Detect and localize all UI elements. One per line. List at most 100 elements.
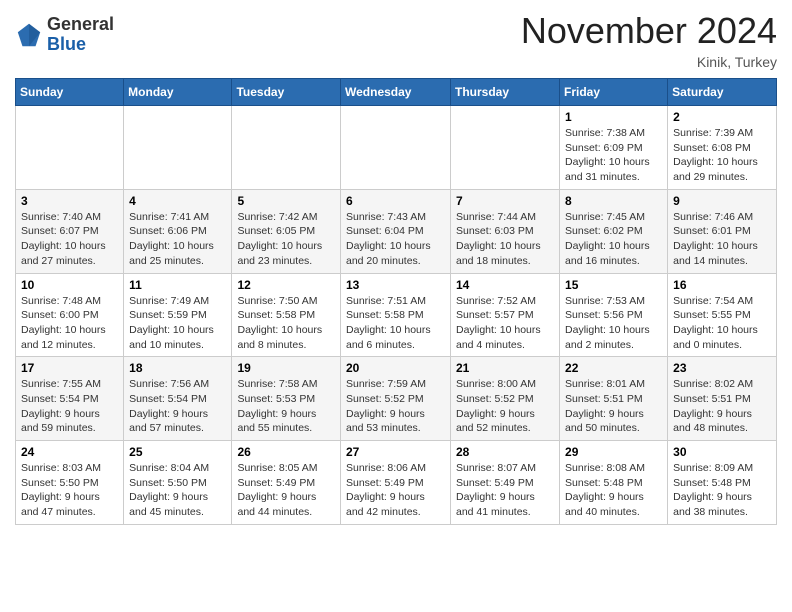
- calendar-week: 10 Sunrise: 7:48 AM Sunset: 6:00 PM Dayli…: [16, 273, 777, 357]
- calendar-week: 17 Sunrise: 7:55 AM Sunset: 5:54 PM Dayli…: [16, 357, 777, 441]
- day-number: 21: [456, 361, 554, 375]
- day-info: Sunrise: 7:58 AM Sunset: 5:53 PM Dayligh…: [237, 377, 335, 436]
- day-number: 10: [21, 278, 118, 292]
- calendar-cell: 16Sunrise: 7:54 AM Sunset: 5:55 PM Dayli…: [668, 273, 777, 357]
- day-info: Sunrise: 7:38 AM Sunset: 6:09 PM Dayligh…: [565, 126, 662, 185]
- day-info: Sunrise: 7:51 AM Sunset: 5:58 PM Dayligh…: [346, 294, 445, 353]
- day-info: Sunrise: 7:40 AM Sunset: 6:07 PM Dayligh…: [21, 210, 118, 269]
- day-info: Sunrise: 8:09 AM Sunset: 5:48 PM Dayligh…: [673, 461, 771, 520]
- calendar-cell: 18 Sunrise: 7:56 AM Sunset: 5:54 PM Dayli…: [124, 357, 232, 441]
- calendar-cell: 29Sunrise: 8:08 AM Sunset: 5:48 PM Dayli…: [560, 441, 668, 525]
- location: Kinik, Turkey: [521, 54, 777, 70]
- calendar-week: 1 Sunrise: 7:38 AM Sunset: 6:09 PM Daylig…: [16, 106, 777, 190]
- weekday-header: Saturday: [668, 79, 777, 106]
- weekday-header: Thursday: [451, 79, 560, 106]
- day-number: 16: [673, 278, 771, 292]
- calendar-cell: 10 Sunrise: 7:48 AM Sunset: 6:00 PM Dayli…: [16, 273, 124, 357]
- calendar: SundayMondayTuesdayWednesdayThursdayFrid…: [15, 78, 777, 525]
- day-number: 11: [129, 278, 226, 292]
- calendar-cell: 20Sunrise: 7:59 AM Sunset: 5:52 PM Dayli…: [341, 357, 451, 441]
- calendar-cell: 8 Sunrise: 7:45 AM Sunset: 6:02 PM Daylig…: [560, 189, 668, 273]
- calendar-body: 1 Sunrise: 7:38 AM Sunset: 6:09 PM Daylig…: [16, 106, 777, 525]
- day-number: 14: [456, 278, 554, 292]
- calendar-cell: [232, 106, 341, 190]
- calendar-cell: 4Sunrise: 7:41 AM Sunset: 6:06 PM Daylig…: [124, 189, 232, 273]
- calendar-cell: [451, 106, 560, 190]
- day-info: Sunrise: 8:01 AM Sunset: 5:51 PM Dayligh…: [565, 377, 662, 436]
- day-number: 8: [565, 194, 662, 208]
- day-info: Sunrise: 8:06 AM Sunset: 5:49 PM Dayligh…: [346, 461, 445, 520]
- day-info: Sunrise: 7:48 AM Sunset: 6:00 PM Dayligh…: [21, 294, 118, 353]
- calendar-cell: 24 Sunrise: 8:03 AM Sunset: 5:50 PM Dayli…: [16, 441, 124, 525]
- calendar-cell: 19 Sunrise: 7:58 AM Sunset: 5:53 PM Dayli…: [232, 357, 341, 441]
- day-number: 27: [346, 445, 445, 459]
- calendar-cell: 6 Sunrise: 7:43 AM Sunset: 6:04 PM Daylig…: [341, 189, 451, 273]
- calendar-cell: 3 Sunrise: 7:40 AM Sunset: 6:07 PM Daylig…: [16, 189, 124, 273]
- day-number: 18: [129, 361, 226, 375]
- title-area: November 2024 Kinik, Turkey: [521, 10, 777, 70]
- day-number: 3: [21, 194, 118, 208]
- calendar-cell: 21 Sunrise: 8:00 AM Sunset: 5:52 PM Dayli…: [451, 357, 560, 441]
- calendar-cell: 5 Sunrise: 7:42 AM Sunset: 6:05 PM Daylig…: [232, 189, 341, 273]
- day-info: Sunrise: 7:55 AM Sunset: 5:54 PM Dayligh…: [21, 377, 118, 436]
- weekday-header: Wednesday: [341, 79, 451, 106]
- day-info: Sunrise: 7:49 AM Sunset: 5:59 PM Dayligh…: [129, 294, 226, 353]
- weekday-header: Friday: [560, 79, 668, 106]
- day-number: 26: [237, 445, 335, 459]
- calendar-cell: 15Sunrise: 7:53 AM Sunset: 5:56 PM Dayli…: [560, 273, 668, 357]
- calendar-cell: 1 Sunrise: 7:38 AM Sunset: 6:09 PM Daylig…: [560, 106, 668, 190]
- logo-text: General Blue: [47, 15, 114, 55]
- calendar-cell: 23 Sunrise: 8:02 AM Sunset: 5:51 PM Dayli…: [668, 357, 777, 441]
- day-number: 30: [673, 445, 771, 459]
- day-info: Sunrise: 7:53 AM Sunset: 5:56 PM Dayligh…: [565, 294, 662, 353]
- calendar-cell: [341, 106, 451, 190]
- day-info: Sunrise: 7:41 AM Sunset: 6:06 PM Dayligh…: [129, 210, 226, 269]
- calendar-cell: 30 Sunrise: 8:09 AM Sunset: 5:48 PM Dayli…: [668, 441, 777, 525]
- calendar-cell: [16, 106, 124, 190]
- day-number: 6: [346, 194, 445, 208]
- day-info: Sunrise: 8:03 AM Sunset: 5:50 PM Dayligh…: [21, 461, 118, 520]
- calendar-week: 3 Sunrise: 7:40 AM Sunset: 6:07 PM Daylig…: [16, 189, 777, 273]
- calendar-cell: 14Sunrise: 7:52 AM Sunset: 5:57 PM Dayli…: [451, 273, 560, 357]
- calendar-cell: 13Sunrise: 7:51 AM Sunset: 5:58 PM Dayli…: [341, 273, 451, 357]
- calendar-cell: 25 Sunrise: 8:04 AM Sunset: 5:50 PM Dayli…: [124, 441, 232, 525]
- day-info: Sunrise: 7:43 AM Sunset: 6:04 PM Dayligh…: [346, 210, 445, 269]
- weekday-header: Tuesday: [232, 79, 341, 106]
- calendar-cell: 28Sunrise: 8:07 AM Sunset: 5:49 PM Dayli…: [451, 441, 560, 525]
- day-info: Sunrise: 7:45 AM Sunset: 6:02 PM Dayligh…: [565, 210, 662, 269]
- calendar-cell: 7 Sunrise: 7:44 AM Sunset: 6:03 PM Daylig…: [451, 189, 560, 273]
- day-number: 17: [21, 361, 118, 375]
- day-info: Sunrise: 8:07 AM Sunset: 5:49 PM Dayligh…: [456, 461, 554, 520]
- day-info: Sunrise: 8:02 AM Sunset: 5:51 PM Dayligh…: [673, 377, 771, 436]
- day-number: 19: [237, 361, 335, 375]
- calendar-cell: 26 Sunrise: 8:05 AM Sunset: 5:49 PM Dayli…: [232, 441, 341, 525]
- day-info: Sunrise: 8:05 AM Sunset: 5:49 PM Dayligh…: [237, 461, 335, 520]
- calendar-week: 24 Sunrise: 8:03 AM Sunset: 5:50 PM Dayli…: [16, 441, 777, 525]
- day-number: 23: [673, 361, 771, 375]
- day-number: 1: [565, 110, 662, 124]
- day-info: Sunrise: 7:42 AM Sunset: 6:05 PM Dayligh…: [237, 210, 335, 269]
- calendar-cell: 12Sunrise: 7:50 AM Sunset: 5:58 PM Dayli…: [232, 273, 341, 357]
- calendar-cell: 22 Sunrise: 8:01 AM Sunset: 5:51 PM Dayli…: [560, 357, 668, 441]
- day-info: Sunrise: 8:00 AM Sunset: 5:52 PM Dayligh…: [456, 377, 554, 436]
- calendar-cell: 17 Sunrise: 7:55 AM Sunset: 5:54 PM Dayli…: [16, 357, 124, 441]
- day-number: 7: [456, 194, 554, 208]
- page-header: General Blue November 2024 Kinik, Turkey: [15, 10, 777, 70]
- day-info: Sunrise: 7:39 AM Sunset: 6:08 PM Dayligh…: [673, 126, 771, 185]
- day-number: 5: [237, 194, 335, 208]
- day-number: 24: [21, 445, 118, 459]
- day-info: Sunrise: 8:04 AM Sunset: 5:50 PM Dayligh…: [129, 461, 226, 520]
- logo-icon: [15, 21, 43, 49]
- calendar-cell: [124, 106, 232, 190]
- day-info: Sunrise: 7:46 AM Sunset: 6:01 PM Dayligh…: [673, 210, 771, 269]
- day-number: 20: [346, 361, 445, 375]
- day-number: 12: [237, 278, 335, 292]
- day-number: 25: [129, 445, 226, 459]
- day-number: 2: [673, 110, 771, 124]
- day-info: Sunrise: 7:44 AM Sunset: 6:03 PM Dayligh…: [456, 210, 554, 269]
- day-number: 22: [565, 361, 662, 375]
- calendar-cell: 27 Sunrise: 8:06 AM Sunset: 5:49 PM Dayli…: [341, 441, 451, 525]
- day-number: 9: [673, 194, 771, 208]
- day-info: Sunrise: 7:56 AM Sunset: 5:54 PM Dayligh…: [129, 377, 226, 436]
- calendar-cell: 11 Sunrise: 7:49 AM Sunset: 5:59 PM Dayli…: [124, 273, 232, 357]
